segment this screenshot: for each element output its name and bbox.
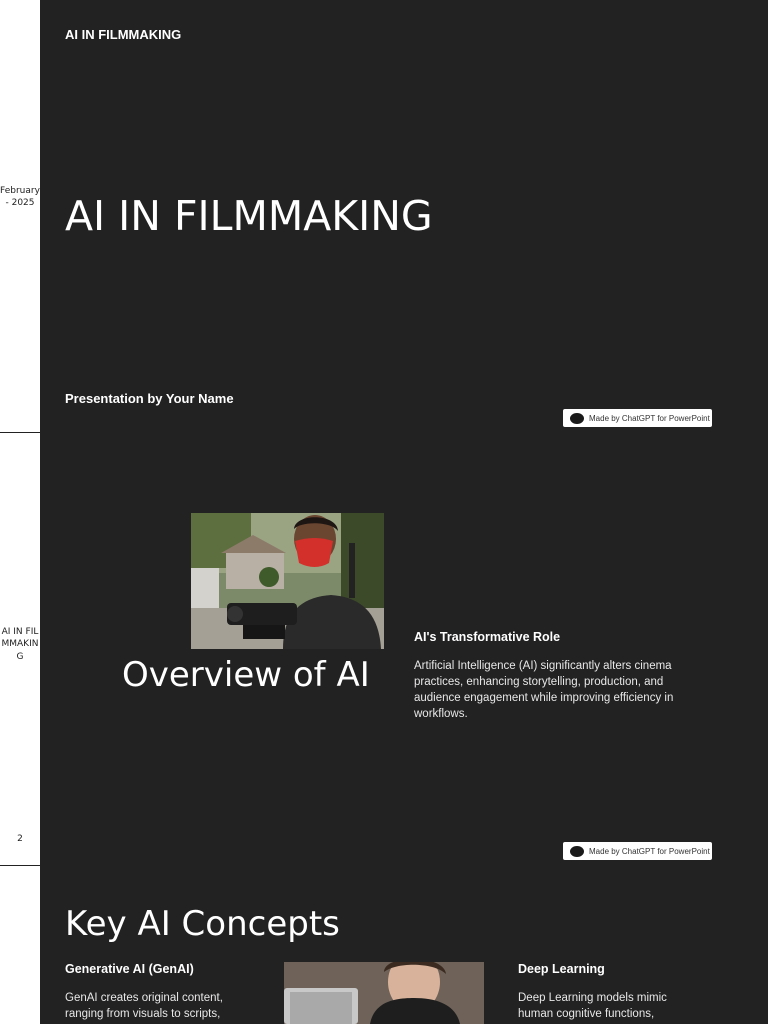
slide-2: Overview of AI AI's Transformative Role …: [40, 433, 768, 866]
slide-1: AI IN FILMMAKING AI IN FILMMAKING Presen…: [40, 0, 768, 433]
sidebar-divider: [0, 865, 40, 866]
slide-thumbnail-sidebar: February - 2025 AI IN FILMMAKING 2: [0, 0, 40, 1024]
sidebar-date: February - 2025: [0, 186, 40, 209]
person-laptop-photo: [284, 962, 484, 1024]
slide-title: AI IN FILMMAKING: [65, 192, 433, 240]
sidebar-deck-title: AI IN FILMMAKING: [1, 627, 39, 662]
badge-label: Made by ChatGPT for PowerPoint: [589, 413, 710, 423]
slide-3: Key AI Concepts Generative AI (GenAI) Ge…: [40, 866, 768, 1024]
concept-heading: Deep Learning: [518, 962, 605, 976]
concept-heading: Generative AI (GenAI): [65, 962, 194, 976]
sidebar-divider: [0, 432, 40, 433]
chatgpt-logo-icon: [570, 412, 584, 424]
filmmaker-photo: [191, 513, 384, 649]
badge-label: Made by ChatGPT for PowerPoint: [589, 846, 710, 856]
concept-body: Deep Learning models mimic human cogniti…: [518, 992, 667, 1020]
made-by-badge[interactable]: Made by ChatGPT for PowerPoint: [563, 409, 712, 427]
slide-title: Key AI Concepts: [65, 904, 340, 944]
chatgpt-logo-icon: [570, 845, 584, 857]
section-body: Artificial Intelligence (AI) significant…: [414, 660, 674, 720]
slide-title: Overview of AI: [122, 655, 370, 695]
slide-header: AI IN FILMMAKING: [65, 27, 182, 42]
concept-body: GenAI creates original content, ranging …: [65, 992, 223, 1020]
sidebar-page-number: 2: [17, 834, 23, 844]
presenter-name: Presentation by Your Name: [65, 391, 234, 406]
section-heading: AI's Transformative Role: [414, 630, 561, 644]
slide-canvas: AI IN FILMMAKING AI IN FILMMAKING Presen…: [40, 0, 768, 1024]
made-by-badge[interactable]: Made by ChatGPT for PowerPoint: [563, 842, 712, 860]
